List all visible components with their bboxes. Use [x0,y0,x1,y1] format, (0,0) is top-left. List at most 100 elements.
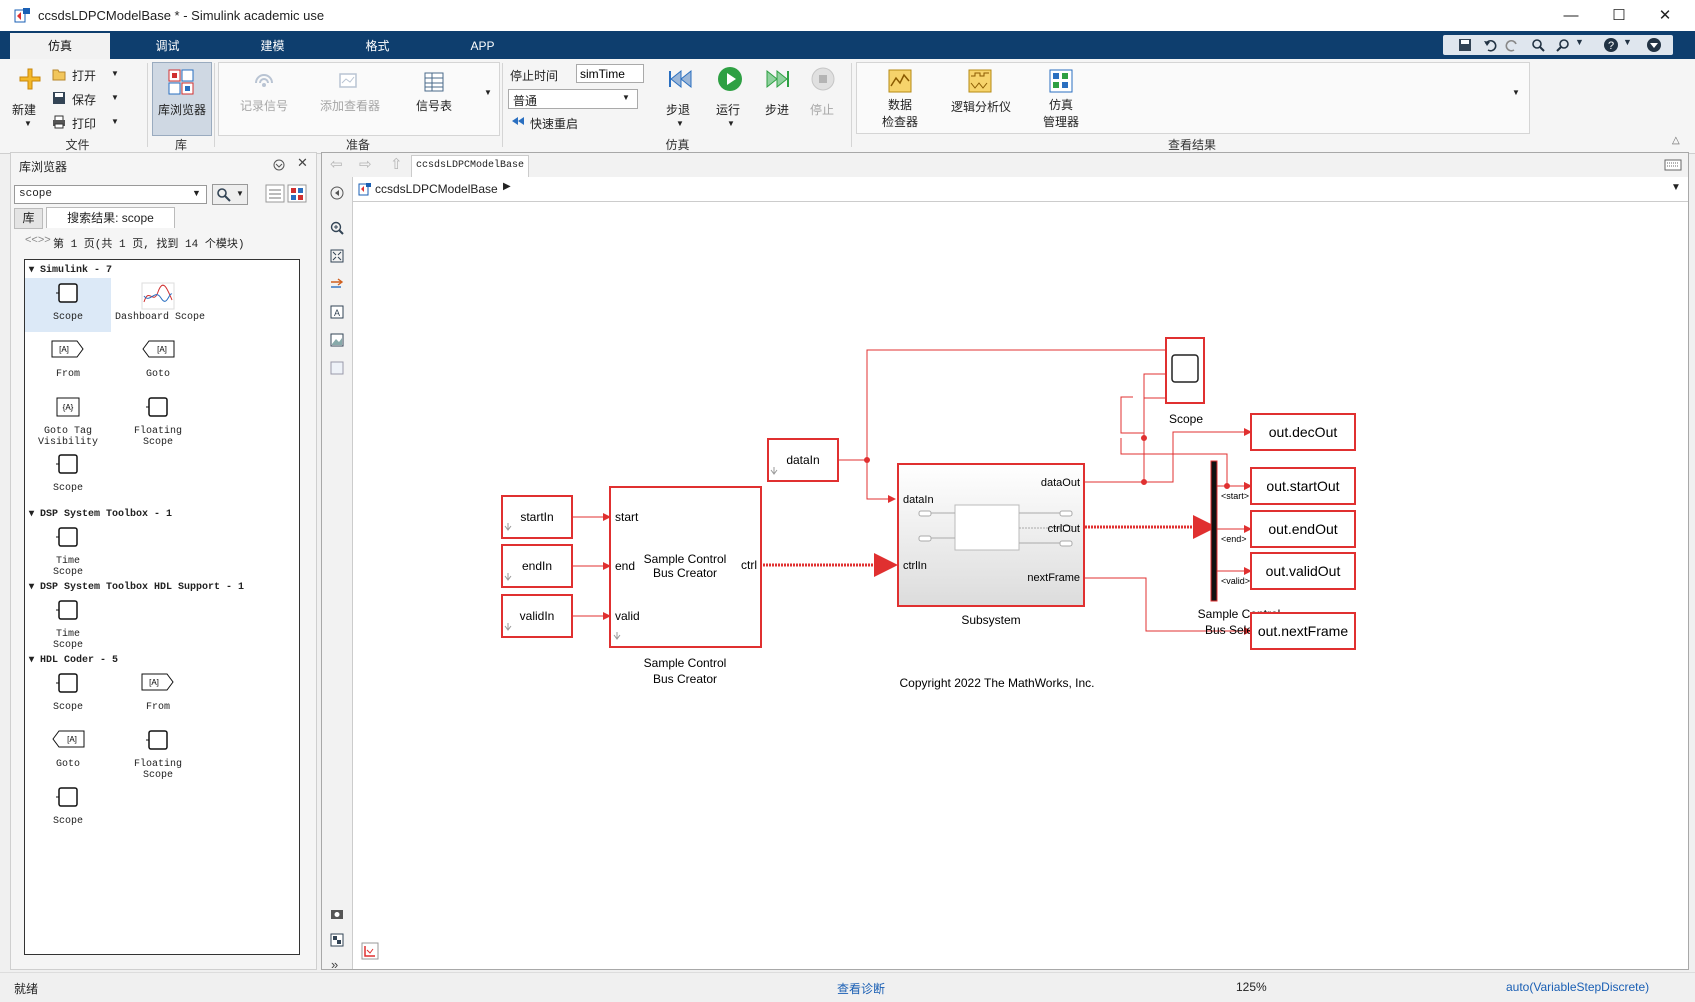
simulation-manager-button[interactable]: 仿真 管理器 [1037,96,1085,130]
view-diagnostics-link[interactable]: 查看诊断 [837,980,885,997]
library-item-from[interactable]: [A] From [25,335,111,389]
list-view-icon[interactable] [265,184,285,203]
library-search-input[interactable]: scope ▼ [14,185,207,204]
library-group-header[interactable]: ▾ HDL Coder - 5 [29,654,118,666]
new-icon[interactable] [18,67,42,91]
library-item-floating-scope[interactable]: Floating Scope [115,725,201,781]
library-item-dashboard-scope[interactable]: Dashboard Scope [115,278,205,332]
fast-restart-button[interactable]: 快速重启 [530,115,578,132]
svg-text:dataIn: dataIn [903,494,934,506]
solver-link[interactable]: auto(VariableStepDiscrete) [1506,980,1649,994]
keyboard-icon[interactable] [1664,159,1682,171]
find-icon[interactable] [1556,38,1570,52]
library-item-scope[interactable]: Scope [25,449,111,503]
area-icon[interactable] [330,361,344,375]
library-item-scope[interactable]: Scope [25,668,111,722]
library-item-scope[interactable]: Scope [25,782,111,836]
library-item-label: Goto [55,759,80,770]
stop-button[interactable]: 停止 [810,101,834,118]
tab-search-results[interactable]: 搜索结果: scope [46,207,175,228]
chevron-down-icon[interactable]: ▼ [727,119,735,128]
library-browser-icon [168,69,194,95]
chevron-down-icon[interactable]: ▼ [484,88,492,97]
tab-format[interactable]: 格式 [330,31,425,59]
tab-debug[interactable]: 调试 [120,31,215,59]
chevron-down-icon[interactable]: ▼ [24,119,32,128]
redo-icon[interactable] [1505,38,1519,52]
back-icon[interactable]: ⇦ [330,155,343,173]
library-item-time-scope[interactable]: Time Scope [25,595,111,651]
pager-nav-icon[interactable]: <<>> [25,234,51,246]
collapse-icon[interactable]: △ [1672,135,1680,146]
search-button[interactable]: ▼ [212,184,248,205]
forward-icon[interactable]: ⇨ [359,155,372,173]
library-item-time-scope[interactable]: Time Scope [25,522,111,578]
library-item-goto[interactable]: [A] Goto [115,335,201,389]
data-inspector-button[interactable]: 数据 检查器 [876,96,924,130]
chevron-down-icon[interactable]: ▼ [1671,182,1681,193]
library-item-from[interactable]: [A] From [115,668,201,722]
open-button[interactable]: 打开 [72,67,96,84]
library-item-scope[interactable]: Scope [25,278,111,332]
maximize-button[interactable]: ☐ [1596,0,1642,31]
signal-arrow-icon[interactable] [330,277,344,291]
tab-app[interactable]: APP [435,31,530,59]
model-browser-icon[interactable] [330,933,344,947]
library-group-header[interactable]: ▾ DSP System Toolbox - 1 [29,508,172,520]
search-icon[interactable] [1531,38,1545,52]
up-icon[interactable]: ⇧ [390,155,403,173]
step-forward-button[interactable]: 步进 [765,101,789,118]
step-forward-icon [766,69,789,89]
breadcrumb-model[interactable]: ccsdsLDPCModelBase [375,182,498,196]
log-signals-button[interactable]: 记录信号 [232,97,296,114]
panel-menu-icon[interactable] [273,159,285,171]
separator [502,63,503,147]
hide-browser-icon[interactable] [330,186,344,200]
close-button[interactable]: ✕ [1642,0,1688,31]
breadcrumb-arrow-icon: ▶ [503,181,511,192]
tab-library[interactable]: 库 [14,208,43,229]
diagnostics-icon[interactable] [361,942,379,960]
chevron-down-icon[interactable]: ▼ [1623,37,1632,47]
close-icon[interactable]: ✕ [297,155,308,171]
help-icon[interactable]: ? [1603,37,1619,53]
chevron-down-icon[interactable]: ▼ [676,119,684,128]
new-button[interactable]: 新建 [12,101,36,118]
screenshot-icon[interactable] [330,907,344,921]
expand-icon[interactable]: » [331,957,338,972]
zoom-icon[interactable] [330,221,344,235]
library-item-goto-tag-visibility[interactable]: {A} Goto Tag Visibility [25,392,111,448]
chevron-down-icon[interactable]: ▼ [1512,88,1520,97]
library-item-floating-scope[interactable]: Floating Scope [115,392,201,448]
signal-table-button[interactable]: 信号表 [402,97,466,114]
undo-icon[interactable] [1483,38,1497,52]
fit-to-view-icon[interactable] [330,249,344,263]
print-button[interactable]: 打印 [72,115,96,132]
chevron-down-icon[interactable]: ▼ [111,93,119,102]
annotation-icon[interactable]: A [330,305,344,319]
run-button[interactable]: 运行 [716,101,740,118]
image-icon[interactable] [330,333,344,347]
library-group-header[interactable]: ▾ DSP System Toolbox HDL Support - 1 [29,581,244,593]
step-back-button[interactable]: 步退 [666,101,690,118]
chevron-down-icon[interactable]: ▼ [111,69,119,78]
stop-time-input[interactable] [576,64,644,83]
minimize-button[interactable]: — [1548,0,1594,31]
save-icon[interactable] [1458,38,1472,52]
simulation-mode-select[interactable]: 普通 ▼ [508,89,638,109]
signal-line [1144,428,1252,483]
logic-analyzer-button[interactable]: 逻辑分析仪 [945,98,1017,115]
grid-view-icon[interactable] [287,184,307,203]
library-item-goto[interactable]: [A] Goto [25,725,111,779]
collapse-ribbon-icon[interactable] [1646,37,1662,53]
library-browser-button[interactable]: 库浏览器 [152,62,212,136]
library-group-header[interactable]: ▾ Simulink - 7 [29,264,112,276]
chevron-down-icon[interactable]: ▼ [111,117,119,126]
save-button[interactable]: 保存 [72,91,96,108]
diagram-canvas[interactable]: startIn endIn validIn dataIn start end v… [353,201,1688,969]
model-tab[interactable]: ccsdsLDPCModelBase [411,155,529,177]
chevron-down-icon[interactable]: ▼ [1575,37,1584,47]
tab-simulation[interactable]: 仿真 [10,33,110,59]
add-viewer-button[interactable]: 添加查看器 [315,97,385,114]
tab-modeling[interactable]: 建模 [225,31,320,59]
